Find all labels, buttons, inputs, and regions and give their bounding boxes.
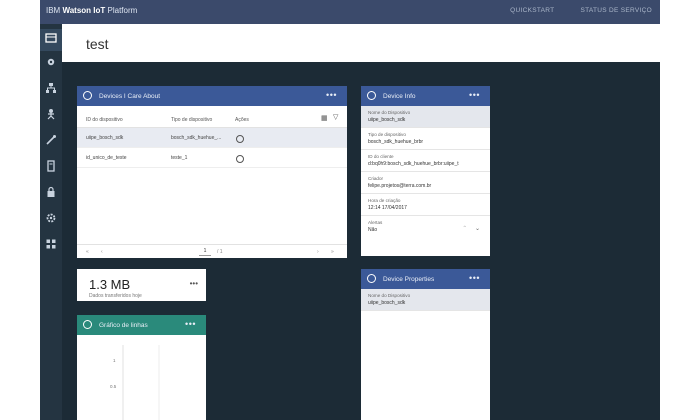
- chart-tick-label: 0.5: [110, 384, 117, 389]
- brand-bold: Watson IoT: [62, 6, 106, 15]
- line-chart-title: Gráfico de linhas: [99, 322, 148, 329]
- device-info-header: Device Info •••: [361, 86, 490, 106]
- devices-card-header: Devices I Care About •••: [77, 86, 347, 106]
- device-info-card: Device Info ••• Nome do Dispositivo uiip…: [361, 86, 490, 256]
- page-total: / 1: [217, 249, 223, 255]
- extensions-icon[interactable]: [45, 238, 57, 250]
- info-field: Nome do Dispositivo uiipe_bosch_sdk: [361, 289, 490, 311]
- field-value: felipe.projetos@terra.com.br: [368, 183, 432, 189]
- page-title: test: [86, 36, 109, 52]
- field-value: 12:14 17/04/2017: [368, 205, 407, 211]
- device-properties-header: Device Properties •••: [361, 269, 490, 289]
- first-page-icon[interactable]: «: [86, 249, 89, 255]
- device-properties-title: Device Properties: [383, 276, 435, 283]
- globe-icon: [367, 91, 376, 100]
- info-field: Nome do Dispositivo uiipe_bosch_sdk: [361, 106, 490, 128]
- info-field: Criador felipe.projetos@terra.com.br: [361, 172, 490, 194]
- brand-prefix: IBM: [46, 6, 61, 15]
- reports-icon[interactable]: [45, 160, 57, 172]
- globe-icon: [367, 274, 376, 283]
- column-device-type[interactable]: Tipo de dispositivo: [171, 117, 212, 123]
- page-number-input[interactable]: 1: [199, 247, 211, 256]
- rules-icon[interactable]: [45, 134, 57, 146]
- app-window: IBM Watson IoT Platform QUICKSTART STATU…: [40, 0, 660, 420]
- field-label: Criador: [368, 176, 384, 181]
- globe-icon: [83, 320, 92, 329]
- globe-icon: [83, 91, 92, 100]
- nav-quickstart[interactable]: QUICKSTART: [510, 7, 554, 14]
- column-actions: Ações: [235, 117, 249, 123]
- chevron-up-icon[interactable]: ⌃: [462, 226, 467, 232]
- field-label: ID do cliente: [368, 154, 394, 159]
- data-transfer-menu-button[interactable]: •••: [190, 279, 198, 288]
- info-field: Alertas Não ⌃ ⌄: [361, 216, 490, 237]
- device-type-cell: bosch_sdk_huehue_...: [171, 135, 222, 141]
- pagination: « ‹ 1 / 1 › »: [77, 244, 347, 258]
- column-device-id[interactable]: ID do dispositivo: [86, 117, 123, 123]
- devices-card-menu-button[interactable]: •••: [326, 90, 337, 100]
- sidebar: [40, 24, 62, 420]
- device-properties-card: Device Properties ••• Nome do Dispositiv…: [361, 269, 490, 420]
- table-row[interactable]: id_unico_de_teste teste_1: [77, 148, 347, 168]
- last-page-icon[interactable]: »: [331, 249, 334, 255]
- field-label: Nome do Dispositivo: [368, 293, 411, 298]
- boards-icon[interactable]: [45, 32, 57, 44]
- page-header: test: [62, 24, 660, 62]
- line-chart-card: Gráfico de linhas ••• 1 0.5: [77, 315, 206, 420]
- device-type-cell: teste_1: [171, 155, 188, 161]
- settings-icon[interactable]: [45, 212, 57, 224]
- devices-table-header: ID do dispositivo Tipo de dispositivo Aç…: [77, 106, 347, 128]
- data-transfer-value: 1.3 MB: [89, 277, 131, 292]
- device-properties-menu-button[interactable]: •••: [469, 273, 480, 283]
- chart-tick-label: 1: [113, 358, 116, 363]
- security-icon[interactable]: [45, 186, 57, 198]
- field-label: Tipo de dispositivo: [368, 132, 406, 137]
- device-info-title: Device Info: [383, 93, 416, 100]
- info-field: Hora de criação 12:14 17/04/2017: [361, 194, 490, 216]
- field-value: d:bq0h9:bosch_sdk_huehue_brbr:uiipe_t: [368, 161, 459, 167]
- data-transfer-label: Dados transferidos hoje: [89, 293, 142, 299]
- nav-service-status[interactable]: STATUS DE SERVIÇO: [580, 7, 652, 14]
- line-chart-plot: [122, 345, 160, 420]
- field-label: Hora de criação: [368, 198, 401, 203]
- data-transfer-card: 1.3 MB Dados transferidos hoje •••: [77, 269, 206, 301]
- members-icon[interactable]: [45, 108, 57, 120]
- top-bar: IBM Watson IoT Platform QUICKSTART STATU…: [40, 0, 660, 24]
- gear-icon[interactable]: [45, 56, 57, 68]
- line-chart-menu-button[interactable]: •••: [185, 319, 196, 329]
- field-value: uiipe_bosch_sdk: [368, 300, 406, 306]
- info-field: Tipo de dispositivo bosch_sdk_huehue_brb…: [361, 128, 490, 150]
- info-field: ID do cliente d:bq0h9:bosch_sdk_huehue_b…: [361, 150, 490, 172]
- line-chart-header: Gráfico de linhas •••: [77, 315, 206, 335]
- prev-page-icon[interactable]: ‹: [101, 249, 103, 255]
- field-value: bosch_sdk_huehue_brbr: [368, 139, 424, 145]
- field-label: Nome do Dispositivo: [368, 110, 411, 115]
- table-row[interactable]: uiipe_bosch_sdk bosch_sdk_huehue_...: [77, 128, 347, 148]
- devices-icon[interactable]: [45, 82, 57, 94]
- top-nav: QUICKSTART STATUS DE SERVIÇO: [486, 7, 652, 14]
- brand-suffix: Platform: [107, 6, 138, 15]
- device-id-cell: id_unico_de_teste: [86, 155, 127, 161]
- devices-card-title: Devices I Care About: [99, 93, 161, 100]
- chevron-down-icon[interactable]: ⌄: [475, 226, 480, 232]
- alerts-stepper[interactable]: ⌃ ⌄: [462, 225, 480, 232]
- filter-icon[interactable]: ▽: [333, 113, 338, 121]
- globe-action-icon[interactable]: [236, 155, 244, 163]
- globe-action-icon[interactable]: [236, 135, 244, 143]
- device-info-menu-button[interactable]: •••: [469, 90, 480, 100]
- devices-card: Devices I Care About ••• ID do dispositi…: [77, 86, 347, 258]
- device-id-cell: uiipe_bosch_sdk: [86, 135, 124, 141]
- field-value: uiipe_bosch_sdk: [368, 117, 406, 123]
- columns-toggle-icon[interactable]: ▦: [321, 114, 328, 122]
- next-page-icon[interactable]: ›: [317, 249, 319, 255]
- brand-logo[interactable]: IBM Watson IoT Platform: [46, 6, 137, 15]
